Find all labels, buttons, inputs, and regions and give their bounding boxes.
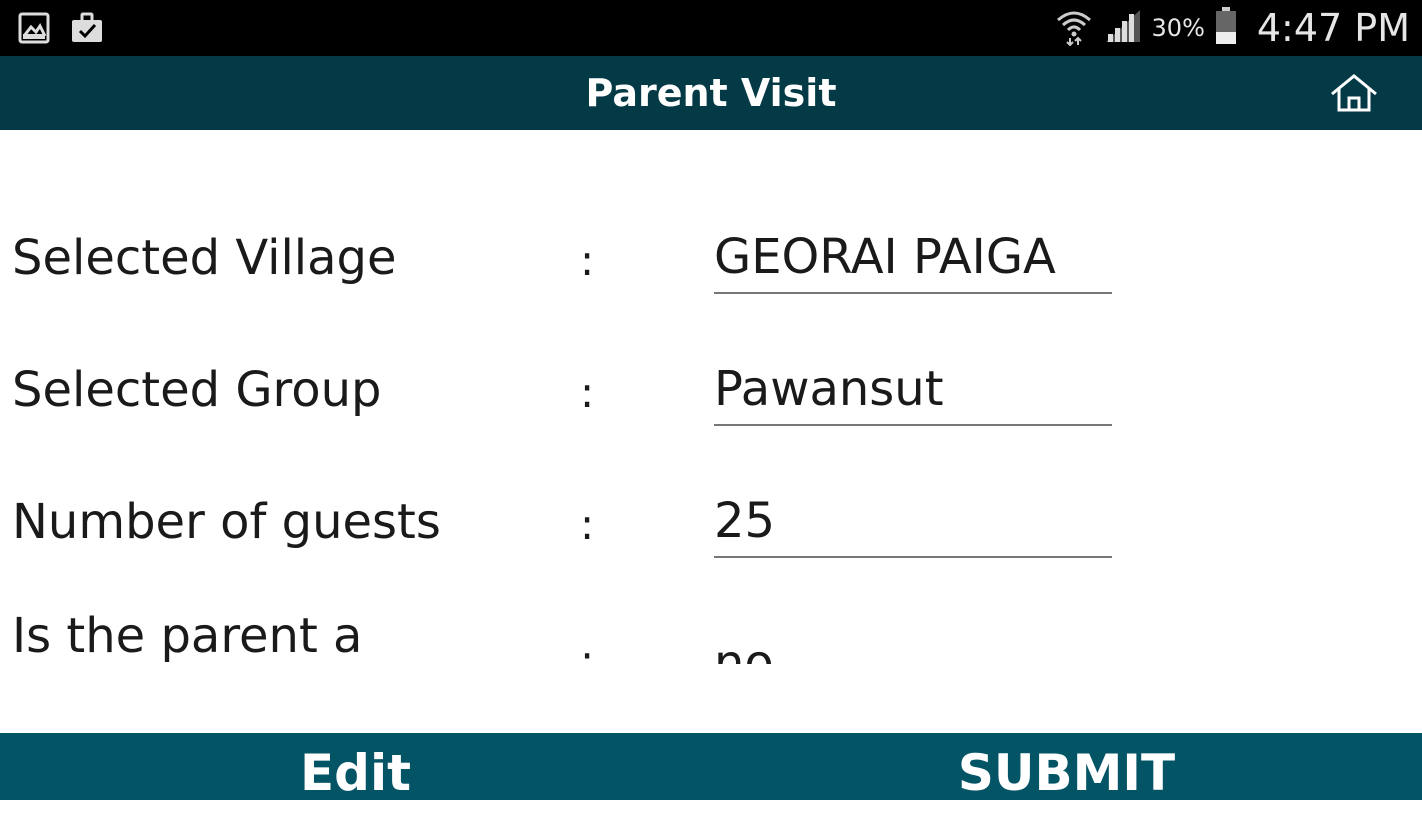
number-of-guests-field[interactable] bbox=[714, 486, 1112, 558]
bottom-action-bar: Edit SUBMIT bbox=[0, 733, 1422, 802]
battery-percent: 30% bbox=[1151, 14, 1205, 42]
selected-group-field[interactable] bbox=[714, 354, 1112, 426]
page-title: Parent Visit bbox=[585, 71, 837, 115]
clock: 4:47 PM bbox=[1256, 6, 1410, 50]
app-toolbar: Parent Visit bbox=[0, 56, 1422, 130]
home-icon bbox=[1331, 74, 1377, 112]
colon-separator: : bbox=[580, 500, 595, 549]
battery-icon bbox=[1215, 6, 1237, 50]
number-of-guests-label: Number of guests bbox=[12, 494, 441, 550]
signal-icon bbox=[1104, 8, 1142, 49]
colon-separator: : bbox=[580, 368, 595, 417]
gallery-icon bbox=[18, 12, 50, 49]
visit-form: Selected Village : Selected Group : Numb… bbox=[0, 130, 1422, 664]
selected-group-label: Selected Group bbox=[12, 362, 382, 418]
home-button[interactable] bbox=[1328, 72, 1380, 114]
edit-button[interactable]: Edit bbox=[0, 733, 711, 802]
is-parent-label: Is the parent a bbox=[12, 608, 363, 664]
is-parent-field[interactable] bbox=[714, 628, 1112, 664]
submit-button[interactable]: SUBMIT bbox=[711, 733, 1422, 802]
wifi-icon bbox=[1054, 6, 1094, 51]
colon-separator: : bbox=[580, 636, 595, 664]
selected-village-label: Selected Village bbox=[12, 230, 397, 286]
selected-village-field[interactable] bbox=[714, 222, 1112, 294]
colon-separator: : bbox=[580, 236, 595, 285]
status-bar: 30% 4:47 PM bbox=[0, 0, 1422, 56]
clipboard-check-icon bbox=[70, 12, 104, 49]
